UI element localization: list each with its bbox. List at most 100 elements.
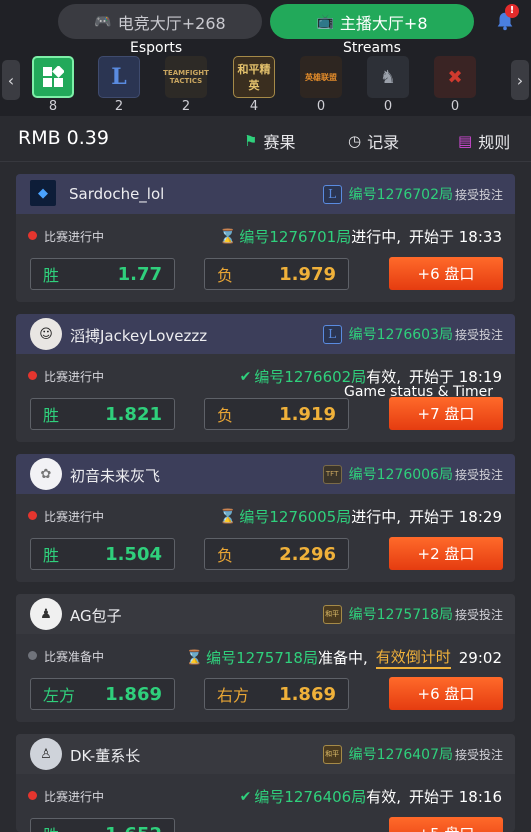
avatar[interactable]: ◆ [30, 180, 56, 206]
streamer-name[interactable]: 初音未来灰飞 [70, 465, 160, 486]
bet-side-label: 胜 [43, 822, 59, 832]
hpjy-badge-icon: 和平 [322, 604, 342, 624]
match-card: ♟ AG包子 和平 编号1275718局 接受投注 比赛准备中 ⌛ 编号 1275… [16, 594, 515, 722]
game-filter-hpjy[interactable]: 和平精英 4 [232, 56, 276, 114]
round-id: 1276602 [284, 367, 352, 386]
notification-button[interactable]: ! [494, 4, 519, 34]
round-status: ⌛ 编号 1276005 局进行中, 开始于 18:29 [219, 506, 502, 527]
esports-caption: Esports [130, 40, 183, 56]
match-id: 编号1276702局 [348, 187, 453, 203]
records-label: 记录 [367, 133, 400, 152]
match-status: 比赛准备中 [44, 650, 105, 664]
match-id: 编号1275718局 [348, 607, 453, 623]
bet-odds: 2.296 [279, 543, 336, 565]
pending-dot-icon [28, 651, 37, 660]
gamepad-icon: 🎮 [94, 13, 112, 30]
bet-option-a[interactable]: 胜 1.652 [30, 818, 175, 832]
game-count: 2 [114, 99, 124, 114]
round-prefix: 编号 [239, 228, 270, 246]
bet-option-a[interactable]: 胜 1.821 [30, 398, 175, 430]
chevron-left-icon: ‹ [7, 70, 15, 90]
game-filter-cs[interactable]: ♞ 0 [366, 56, 410, 114]
document-icon: ▤ [458, 132, 473, 150]
round-time: 开始于 18:33 [409, 228, 502, 246]
avatar[interactable]: ♟ [30, 598, 62, 630]
rules-link[interactable]: ▤ 规则 [458, 129, 510, 153]
game-count: 8 [48, 99, 58, 114]
match-card-header: ☺ 滔搏JackeyLovezzz L 编号1276603局 接受投注 [16, 314, 515, 354]
bet-option-a[interactable]: 左方 1.869 [30, 678, 175, 710]
streamer-name[interactable]: 滔搏JackeyLovezzz [70, 325, 207, 346]
streamer-name[interactable]: Sardoche_lol [69, 185, 164, 203]
game-count: 0 [450, 99, 460, 114]
avatar[interactable]: ✿ [30, 458, 62, 490]
tft-logo-icon: TEAMFIGHT TACTICS [163, 56, 209, 98]
chevron-right-icon: › [516, 70, 524, 90]
match-card: ✿ 初音未来灰飞 TFT 编号1276006局 接受投注 比赛进行中 ⌛ 编号 1… [16, 454, 515, 582]
bet-odds: 1.821 [105, 403, 162, 425]
records-link[interactable]: ◷ 记录 [348, 129, 399, 153]
round-prefix: 编号 [254, 788, 285, 806]
game-filter-all[interactable]: 8 [31, 56, 75, 114]
bet-odds: 1.504 [105, 543, 162, 565]
tab-esports-label: 电竞大厅+268 [117, 13, 226, 33]
round-prefix: 编号 [206, 649, 237, 667]
round-state: 准备中, [317, 649, 368, 667]
avatar[interactable]: ♙ [30, 738, 62, 770]
match-id: 编号1276407局 [348, 747, 453, 763]
round-time: 开始于 18:16 [409, 788, 502, 806]
game-count: 0 [383, 99, 393, 114]
tft-badge-icon: TFT [322, 464, 342, 484]
cs-soldier-icon: ♞ [367, 56, 409, 98]
live-dot-icon [28, 371, 37, 380]
streamer-name[interactable]: AG包子 [70, 605, 122, 626]
scroll-right-button[interactable]: › [511, 60, 529, 100]
bet-odds: 1.919 [279, 403, 336, 425]
top-tab-bar: 🎮 电竞大厅+268 📺 主播大厅+8 Esports Streams ! [0, 0, 531, 56]
game-filter-lol[interactable]: L 2 [97, 56, 141, 114]
bet-option-a[interactable]: 胜 1.504 [30, 538, 175, 570]
balance-amount: RMB 0.39 [18, 127, 109, 149]
round-state: 进行中, [351, 508, 401, 526]
game-filter-dota[interactable]: ✖ 0 [433, 56, 477, 114]
checkmark-icon: ✔ [239, 788, 252, 805]
tab-esports-hall[interactable]: 🎮 电竞大厅+268 [58, 4, 262, 39]
avatar[interactable]: ☺ [30, 318, 62, 350]
bet-odds: 1.869 [279, 683, 336, 705]
match-card: ◆ Sardoche_lol L 编号1276702局 接受投注 比赛进行中 ⌛… [16, 174, 515, 302]
hourglass-icon: ⌛ [218, 228, 237, 245]
bet-option-b[interactable]: 负 1.919 [204, 398, 349, 430]
match-card-header: ✿ 初音未来灰飞 TFT 编号1276006局 接受投注 [16, 454, 515, 494]
scroll-left-button[interactable]: ‹ [2, 60, 20, 100]
round-status: ⌛ 编号 1276701 局进行中, 开始于 18:33 [219, 226, 502, 247]
dota-logo-icon: ✖ [434, 56, 476, 98]
bet-option-a[interactable]: 胜 1.77 [30, 258, 175, 290]
more-markets-button[interactable]: +6 盘口 [389, 677, 503, 710]
hourglass-icon: ⌛ [185, 649, 204, 666]
lol-badge-icon: L [322, 184, 342, 204]
results-link[interactable]: ⚑ 赛果 [244, 129, 295, 153]
live-dot-icon [28, 511, 37, 520]
round-unit: 局 [351, 788, 367, 806]
round-prefix: 编号 [254, 368, 285, 386]
tab-streams-hall[interactable]: 📺 主播大厅+8 [270, 4, 474, 39]
bet-option-b[interactable]: 右方 1.869 [204, 678, 349, 710]
checkmark-icon: ✔ [239, 368, 252, 385]
round-unit: 局 [336, 228, 352, 246]
game-filter-yxlm[interactable]: 英雄联盟 0 [299, 56, 343, 114]
more-markets-button[interactable]: +5 盘口 [389, 817, 503, 832]
accepting-bets-label: 接受投注 [454, 467, 503, 482]
match-status: 比赛进行中 [44, 510, 105, 524]
bet-option-b[interactable]: 负 1.979 [204, 258, 349, 290]
match-card-header: ◆ Sardoche_lol L 编号1276702局 接受投注 [16, 174, 515, 214]
game-filter-tft[interactable]: TEAMFIGHT TACTICS 2 [163, 56, 209, 114]
more-markets-button[interactable]: +7 盘口 [389, 397, 503, 430]
more-markets-button[interactable]: +2 盘口 [389, 537, 503, 570]
bet-side-label: 胜 [43, 266, 60, 285]
bet-option-b[interactable]: 负 2.296 [204, 538, 349, 570]
notification-badge: ! [505, 4, 519, 18]
streamer-name[interactable]: DK-董系长 [70, 745, 140, 766]
lol-badge-icon: L [322, 324, 342, 344]
more-markets-button[interactable]: +6 盘口 [389, 257, 503, 290]
round-prefix: 编号 [239, 508, 270, 526]
